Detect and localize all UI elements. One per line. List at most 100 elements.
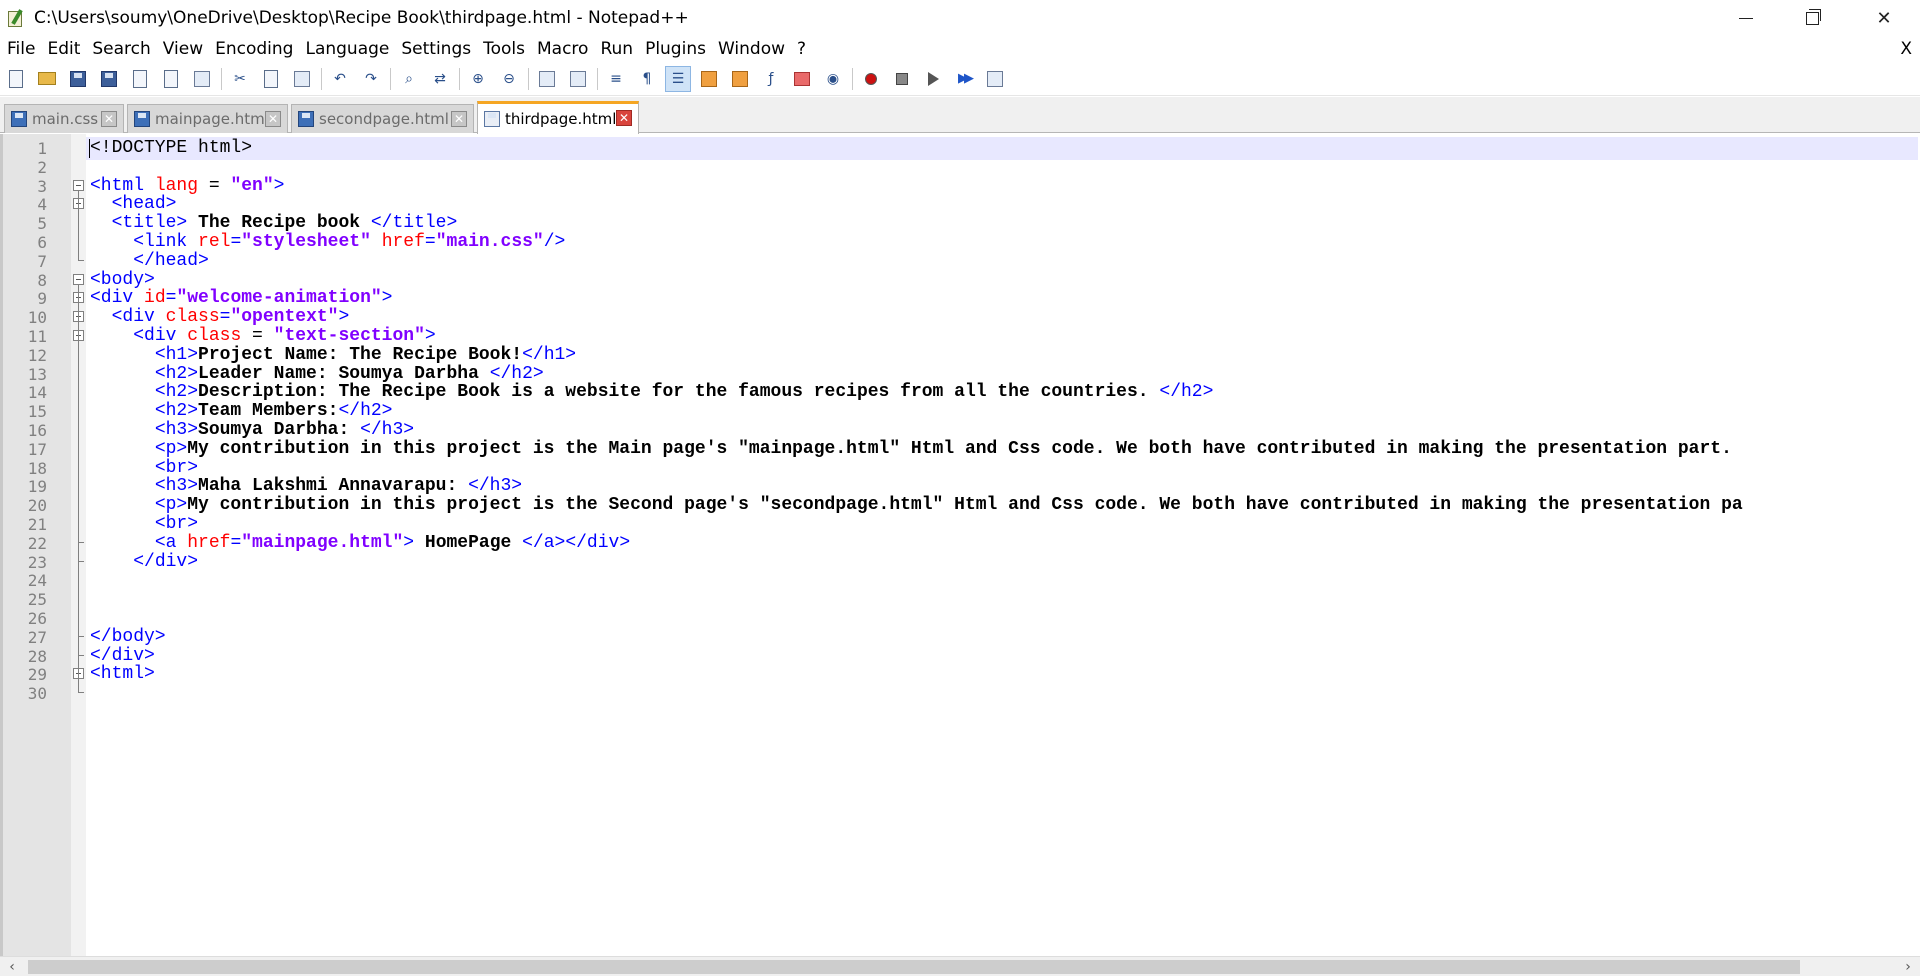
- show-all-chars-icon[interactable]: ¶: [635, 67, 659, 91]
- sync-vertical-icon[interactable]: [535, 67, 559, 91]
- menu-item-file[interactable]: File: [2, 36, 40, 62]
- code-line[interactable]: <p>My contribution in this project is th…: [90, 438, 1732, 461]
- code-token: >: [424, 326, 436, 346]
- fold-end-marker: [78, 636, 84, 637]
- code-token: <div: [133, 326, 188, 346]
- close-tab-icon[interactable]: ✕: [101, 111, 117, 127]
- tab-mainpage-html[interactable]: mainpage.html ✕: [127, 104, 288, 133]
- find-icon[interactable]: ⌕: [397, 67, 421, 91]
- undo-icon[interactable]: ↶: [328, 67, 352, 91]
- fold-toggle-icon[interactable]: [73, 274, 84, 285]
- scroll-left-icon[interactable]: ‹: [2, 957, 22, 976]
- menu-item-settings[interactable]: Settings: [396, 36, 476, 62]
- restore-button[interactable]: [1776, 0, 1848, 36]
- tab-thirdpage-html[interactable]: thirdpage.html ✕: [477, 101, 639, 134]
- word-wrap-icon[interactable]: ≡: [604, 67, 628, 91]
- close-all-icon[interactable]: [159, 67, 183, 91]
- scroll-right-icon[interactable]: ›: [1898, 957, 1918, 976]
- menu-item-tools[interactable]: Tools: [478, 36, 530, 62]
- menu-item-run[interactable]: Run: [595, 36, 638, 62]
- zoom-out-icon[interactable]: ⊖: [497, 67, 521, 91]
- close-tab-icon[interactable]: ✕: [616, 110, 632, 126]
- monitor-icon[interactable]: ◉: [821, 67, 845, 91]
- new-file-icon[interactable]: [4, 67, 28, 91]
- save-all-icon[interactable]: [97, 67, 121, 91]
- sync-horizontal-icon[interactable]: [566, 67, 590, 91]
- code-token: =: [230, 232, 242, 252]
- code-editor[interactable]: 1 <!DOCTYPE html> 2 3 <html lang = "en"> 4 <h…: [0, 134, 1920, 956]
- close-tab-icon[interactable]: ✕: [451, 111, 467, 127]
- indent-guide-icon[interactable]: ☰: [665, 65, 691, 92]
- code-token: Soumya Darbha:: [198, 420, 361, 440]
- menu-item-language[interactable]: Language: [300, 36, 394, 62]
- menu-item-plugins[interactable]: Plugins: [640, 36, 711, 62]
- menu-item-edit[interactable]: Edit: [42, 36, 85, 62]
- close-icon[interactable]: [128, 67, 152, 91]
- doc-map-icon[interactable]: [728, 67, 752, 91]
- toolbar: ✂ ↶ ↷ ⌕ ⇄ ⊕ ⊖ ≡ ¶ ☰ ƒ ◉ ▶▶: [0, 62, 1920, 96]
- paste-icon[interactable]: [290, 67, 314, 91]
- toolbar-divider: [459, 67, 460, 90]
- function-list-icon[interactable]: ƒ: [759, 67, 783, 91]
- run-macro-multiple-icon[interactable]: ▶▶: [952, 67, 976, 91]
- close-document-button[interactable]: X: [1900, 36, 1912, 62]
- code-token: <p>: [154, 439, 188, 459]
- fold-end-marker: [78, 260, 84, 261]
- code-token: "mainpage.html": [241, 533, 404, 553]
- tab-main-css[interactable]: main.css ✕: [4, 104, 124, 133]
- menu-item-view[interactable]: View: [158, 36, 208, 62]
- code-token: <h1>: [154, 345, 199, 365]
- code-line[interactable]: <html>: [90, 663, 155, 686]
- close-window-button[interactable]: ✕: [1848, 0, 1920, 36]
- code-token: Team Members:: [198, 401, 339, 421]
- code-token: </h3>: [468, 476, 523, 496]
- cut-icon[interactable]: ✂: [228, 67, 252, 91]
- horizontal-scrollbar[interactable]: ‹ ›: [0, 956, 1920, 976]
- print-icon[interactable]: [190, 67, 214, 91]
- toolbar-divider: [852, 67, 853, 90]
- code-token: "main.css": [435, 232, 544, 252]
- code-token: <!DOCTYPE html>: [90, 138, 253, 158]
- code-line[interactable]: <!DOCTYPE html>: [90, 137, 252, 160]
- menu-item-macro[interactable]: Macro: [532, 36, 593, 62]
- open-folder-icon[interactable]: [35, 67, 59, 91]
- copy-icon[interactable]: [259, 67, 283, 91]
- fold-end-marker: [78, 542, 84, 543]
- fold-end-marker: [78, 561, 84, 562]
- menu-item-window[interactable]: Window: [713, 36, 790, 62]
- stop-record-icon[interactable]: [890, 67, 914, 91]
- code-token: <h3>: [154, 420, 199, 440]
- record-macro-icon[interactable]: [859, 67, 883, 91]
- scrollbar-thumb[interactable]: [28, 960, 1800, 974]
- line-number: 30: [27, 684, 47, 703]
- code-token: </div>: [133, 552, 199, 572]
- fold-guide: [78, 285, 79, 692]
- menu-item-search[interactable]: Search: [87, 36, 155, 62]
- redo-icon[interactable]: ↷: [359, 67, 383, 91]
- zoom-in-icon[interactable]: ⊕: [466, 67, 490, 91]
- fold-toggle-icon[interactable]: [73, 180, 84, 191]
- menu-item-help[interactable]: ?: [792, 36, 811, 62]
- tab-secondpage-html[interactable]: secondpage.html ✕: [291, 104, 474, 133]
- minimize-button[interactable]: [1710, 0, 1782, 36]
- save-macro-icon[interactable]: [983, 67, 1007, 91]
- menu-item-encoding[interactable]: Encoding: [210, 36, 298, 62]
- code-line[interactable]: </div>: [90, 551, 198, 574]
- toolbar-divider: [221, 67, 222, 90]
- replace-icon[interactable]: ⇄: [428, 67, 452, 91]
- text-caret: [89, 139, 90, 158]
- code-token: "opentext": [230, 307, 339, 327]
- code-token: id: [144, 288, 166, 308]
- user-lang-icon[interactable]: [697, 67, 721, 91]
- code-line[interactable]: <p>My contribution in this project is th…: [90, 494, 1743, 517]
- folder-workspace-icon[interactable]: [790, 67, 814, 91]
- play-macro-icon[interactable]: [921, 67, 945, 91]
- tab-label: secondpage.html: [319, 110, 449, 128]
- save-icon[interactable]: [66, 67, 90, 91]
- code-token: Description: The Recipe Book is a websit…: [198, 382, 1160, 402]
- close-tab-icon[interactable]: ✕: [265, 111, 281, 127]
